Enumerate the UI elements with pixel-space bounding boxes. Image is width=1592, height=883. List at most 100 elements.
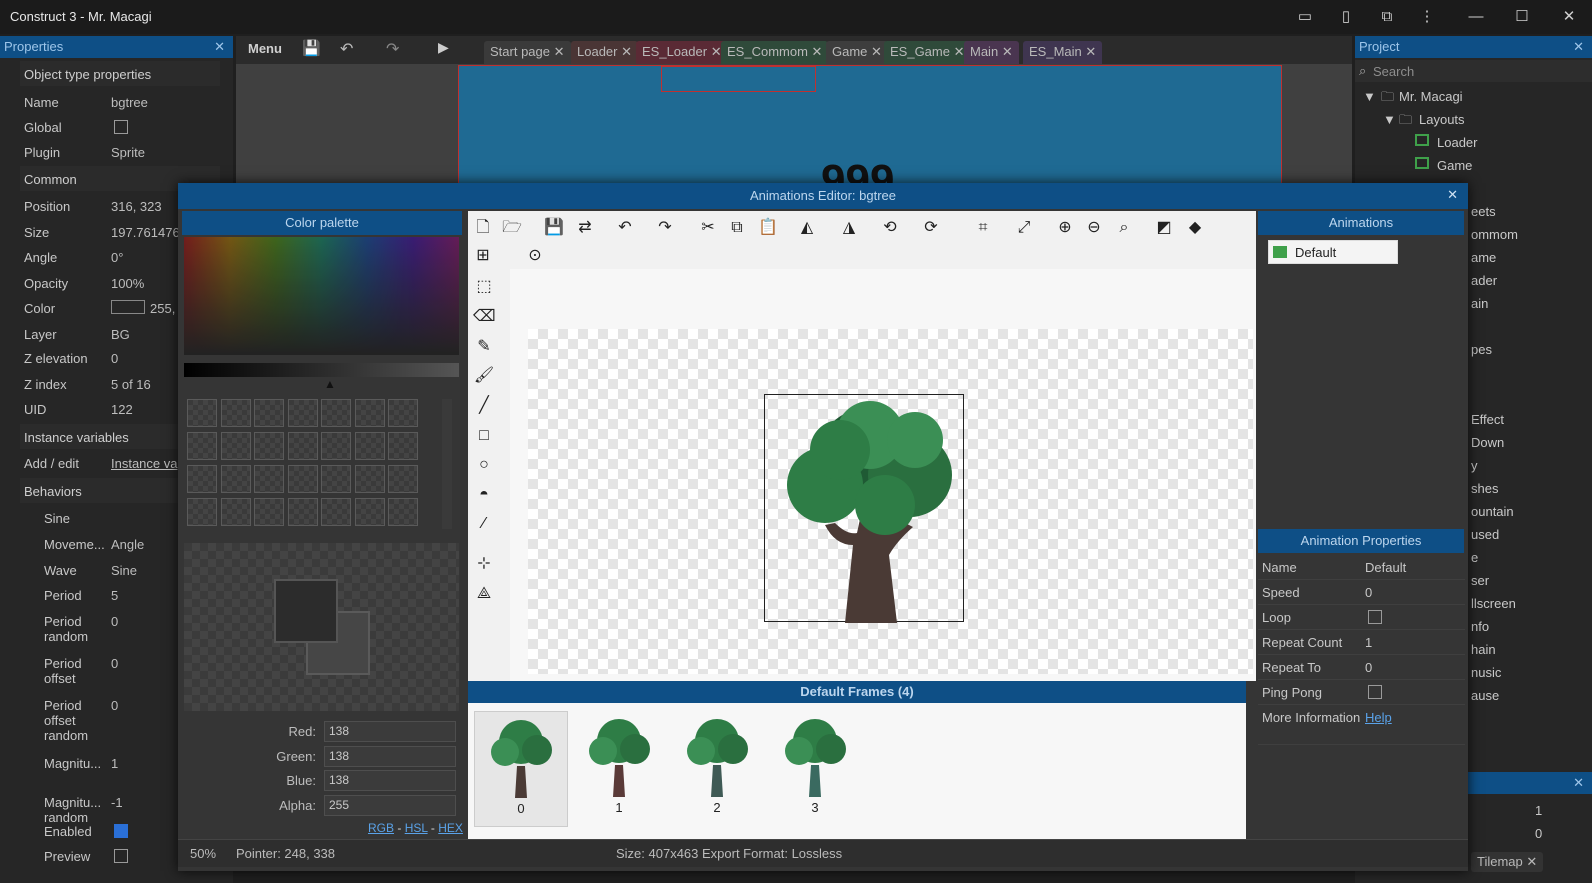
object-type-section[interactable]: Object type properties <box>20 61 220 86</box>
ellipse-icon[interactable]: ○ <box>473 454 495 476</box>
layout-tab[interactable]: Loader ✕ <box>571 41 639 64</box>
palette-swatch[interactable] <box>321 465 351 493</box>
primary-color[interactable] <box>274 579 338 643</box>
anim-prop-value[interactable]: 0 <box>1365 660 1372 675</box>
close-icon[interactable]: ✕ <box>1573 36 1584 58</box>
rgb-link[interactable]: RGB <box>368 821 394 835</box>
palette-swatch[interactable] <box>254 432 284 460</box>
palette-swatch[interactable] <box>388 498 418 526</box>
animation-frame[interactable]: 2 <box>670 711 764 827</box>
animation-frame[interactable]: 1 <box>572 711 666 827</box>
project-item[interactable]: nfo <box>1471 619 1489 634</box>
layouts-folder[interactable]: Layouts <box>1419 112 1465 127</box>
layers-icon[interactable]: ◆ <box>1184 217 1206 239</box>
palette-swatch[interactable] <box>220 498 251 526</box>
palette-swatch[interactable] <box>254 399 284 427</box>
close-tab-icon[interactable]: ✕ <box>812 44 823 59</box>
eraser-icon[interactable]: ⌫ <box>473 306 496 328</box>
instance-vars-link[interactable]: Instance va <box>111 456 178 471</box>
property-value[interactable]: 0 <box>111 698 118 713</box>
property-value[interactable]: 0 <box>111 351 118 366</box>
close-tab-icon[interactable]: ✕ <box>621 44 632 59</box>
anim-prop-checkbox[interactable] <box>1368 685 1382 699</box>
property-value[interactable]: 316, 323 <box>111 199 162 214</box>
project-item[interactable]: ommom <box>1471 227 1518 242</box>
enabled-checkbox[interactable] <box>114 824 128 838</box>
property-value[interactable]: Sprite <box>111 145 145 160</box>
palette-swatch[interactable] <box>287 432 318 460</box>
property-value[interactable]: 122 <box>111 402 133 417</box>
paste-icon[interactable]: 📋 <box>757 217 779 239</box>
brush-icon[interactable]: 🖌 <box>473 365 495 387</box>
red-input[interactable]: 138 <box>324 721 456 742</box>
palette-swatch[interactable] <box>220 399 251 427</box>
mask-icon[interactable]: ◩ <box>1153 217 1175 239</box>
close-dialog-icon[interactable]: ✕ <box>1447 187 1458 203</box>
project-item[interactable]: hain <box>1471 642 1496 657</box>
save-icon[interactable]: 💾 <box>543 217 565 239</box>
tilemap-tab[interactable]: Tilemap ✕ <box>1471 852 1544 872</box>
palette-swatch[interactable] <box>187 399 217 427</box>
close-icon[interactable]: ✕ <box>214 36 225 58</box>
project-item[interactable]: shes <box>1471 481 1498 496</box>
property-value[interactable]: -1 <box>111 795 123 810</box>
palette-swatch[interactable] <box>354 465 385 493</box>
origin-icon[interactable]: ⊹ <box>473 553 495 575</box>
crop-icon[interactable]: ⌗ <box>972 217 994 239</box>
palette-swatch[interactable] <box>321 399 351 427</box>
layout-tab[interactable]: ES_Commom ✕ <box>721 41 829 64</box>
palette-swatch[interactable] <box>220 465 251 493</box>
layout-tab[interactable]: ES_Loader ✕ <box>636 41 728 64</box>
property-row[interactable]: Plugin Sprite <box>20 140 220 165</box>
rotate-cw-icon[interactable]: ⟳ <box>920 217 942 239</box>
anim-prop-value[interactable]: 0 <box>1365 585 1372 600</box>
close-tab-icon[interactable]: ✕ <box>954 44 965 59</box>
project-item[interactable]: nusic <box>1471 665 1501 680</box>
layout-item[interactable]: Game <box>1437 158 1472 173</box>
project-item[interactable]: pes <box>1471 342 1492 357</box>
slider-handle-icon[interactable]: ▲ <box>324 377 336 391</box>
property-value[interactable]: BG <box>111 327 130 342</box>
layout-tab[interactable]: Start page ✕ <box>484 41 571 64</box>
expand-icon[interactable]: ▼ <box>1363 89 1376 104</box>
property-value[interactable]: 1 <box>111 756 118 771</box>
project-item[interactable]: Down <box>1471 435 1504 450</box>
palette-swatch[interactable] <box>388 432 418 460</box>
save-icon[interactable]: 💾 <box>302 39 321 57</box>
resize-icon[interactable]: ⤢ <box>1013 217 1035 239</box>
project-item[interactable]: ame <box>1471 250 1496 265</box>
color-swatch[interactable] <box>111 300 145 314</box>
layout-tab[interactable]: Main ✕ <box>964 41 1019 64</box>
layout-tab[interactable]: Game ✕ <box>826 41 888 64</box>
project-item[interactable]: ountain <box>1471 504 1514 519</box>
palette-swatch[interactable] <box>354 432 385 460</box>
project-search[interactable]: ⌕ Search <box>1355 60 1592 82</box>
project-item[interactable]: e <box>1471 550 1478 565</box>
export-icon[interactable]: ⇄ <box>574 217 596 239</box>
zoom-in-icon[interactable]: ⊕ <box>1054 217 1076 239</box>
project-item[interactable]: ser <box>1471 573 1489 588</box>
palette-swatch[interactable] <box>321 432 351 460</box>
pencil-icon[interactable]: ✎ <box>473 336 495 358</box>
file-icon[interactable]: ▯ <box>1337 8 1355 26</box>
project-item[interactable]: Effect <box>1471 412 1504 427</box>
property-row[interactable]: Global <box>20 115 220 140</box>
project-item[interactable]: ause <box>1471 688 1499 703</box>
palette-swatch[interactable] <box>388 465 418 493</box>
flip-vertical-icon[interactable]: ◮ <box>838 217 860 239</box>
project-root[interactable]: Mr. Macagi <box>1399 89 1463 104</box>
maximize-icon[interactable]: ☐ <box>1513 8 1531 26</box>
project-item[interactable]: used <box>1471 527 1499 542</box>
copy-icon[interactable]: ⧉ <box>726 217 748 239</box>
layout-tab[interactable]: ES_Game ✕ <box>884 41 971 64</box>
layout-item[interactable]: Loader <box>1437 135 1477 150</box>
canvas-viewport[interactable] <box>510 269 1256 681</box>
new-icon[interactable]: 🗋 <box>472 217 494 239</box>
rectangle-icon[interactable]: □ <box>473 425 495 447</box>
anim-prop-value[interactable]: 1 <box>1365 635 1372 650</box>
anim-prop-value[interactable]: Default <box>1365 560 1406 575</box>
close-tab-icon[interactable]: ✕ <box>1085 44 1096 59</box>
palette-swatch[interactable] <box>287 498 318 526</box>
zoom-out-icon[interactable]: ⊖ <box>1083 217 1105 239</box>
palette-scrollbar[interactable] <box>442 399 452 529</box>
